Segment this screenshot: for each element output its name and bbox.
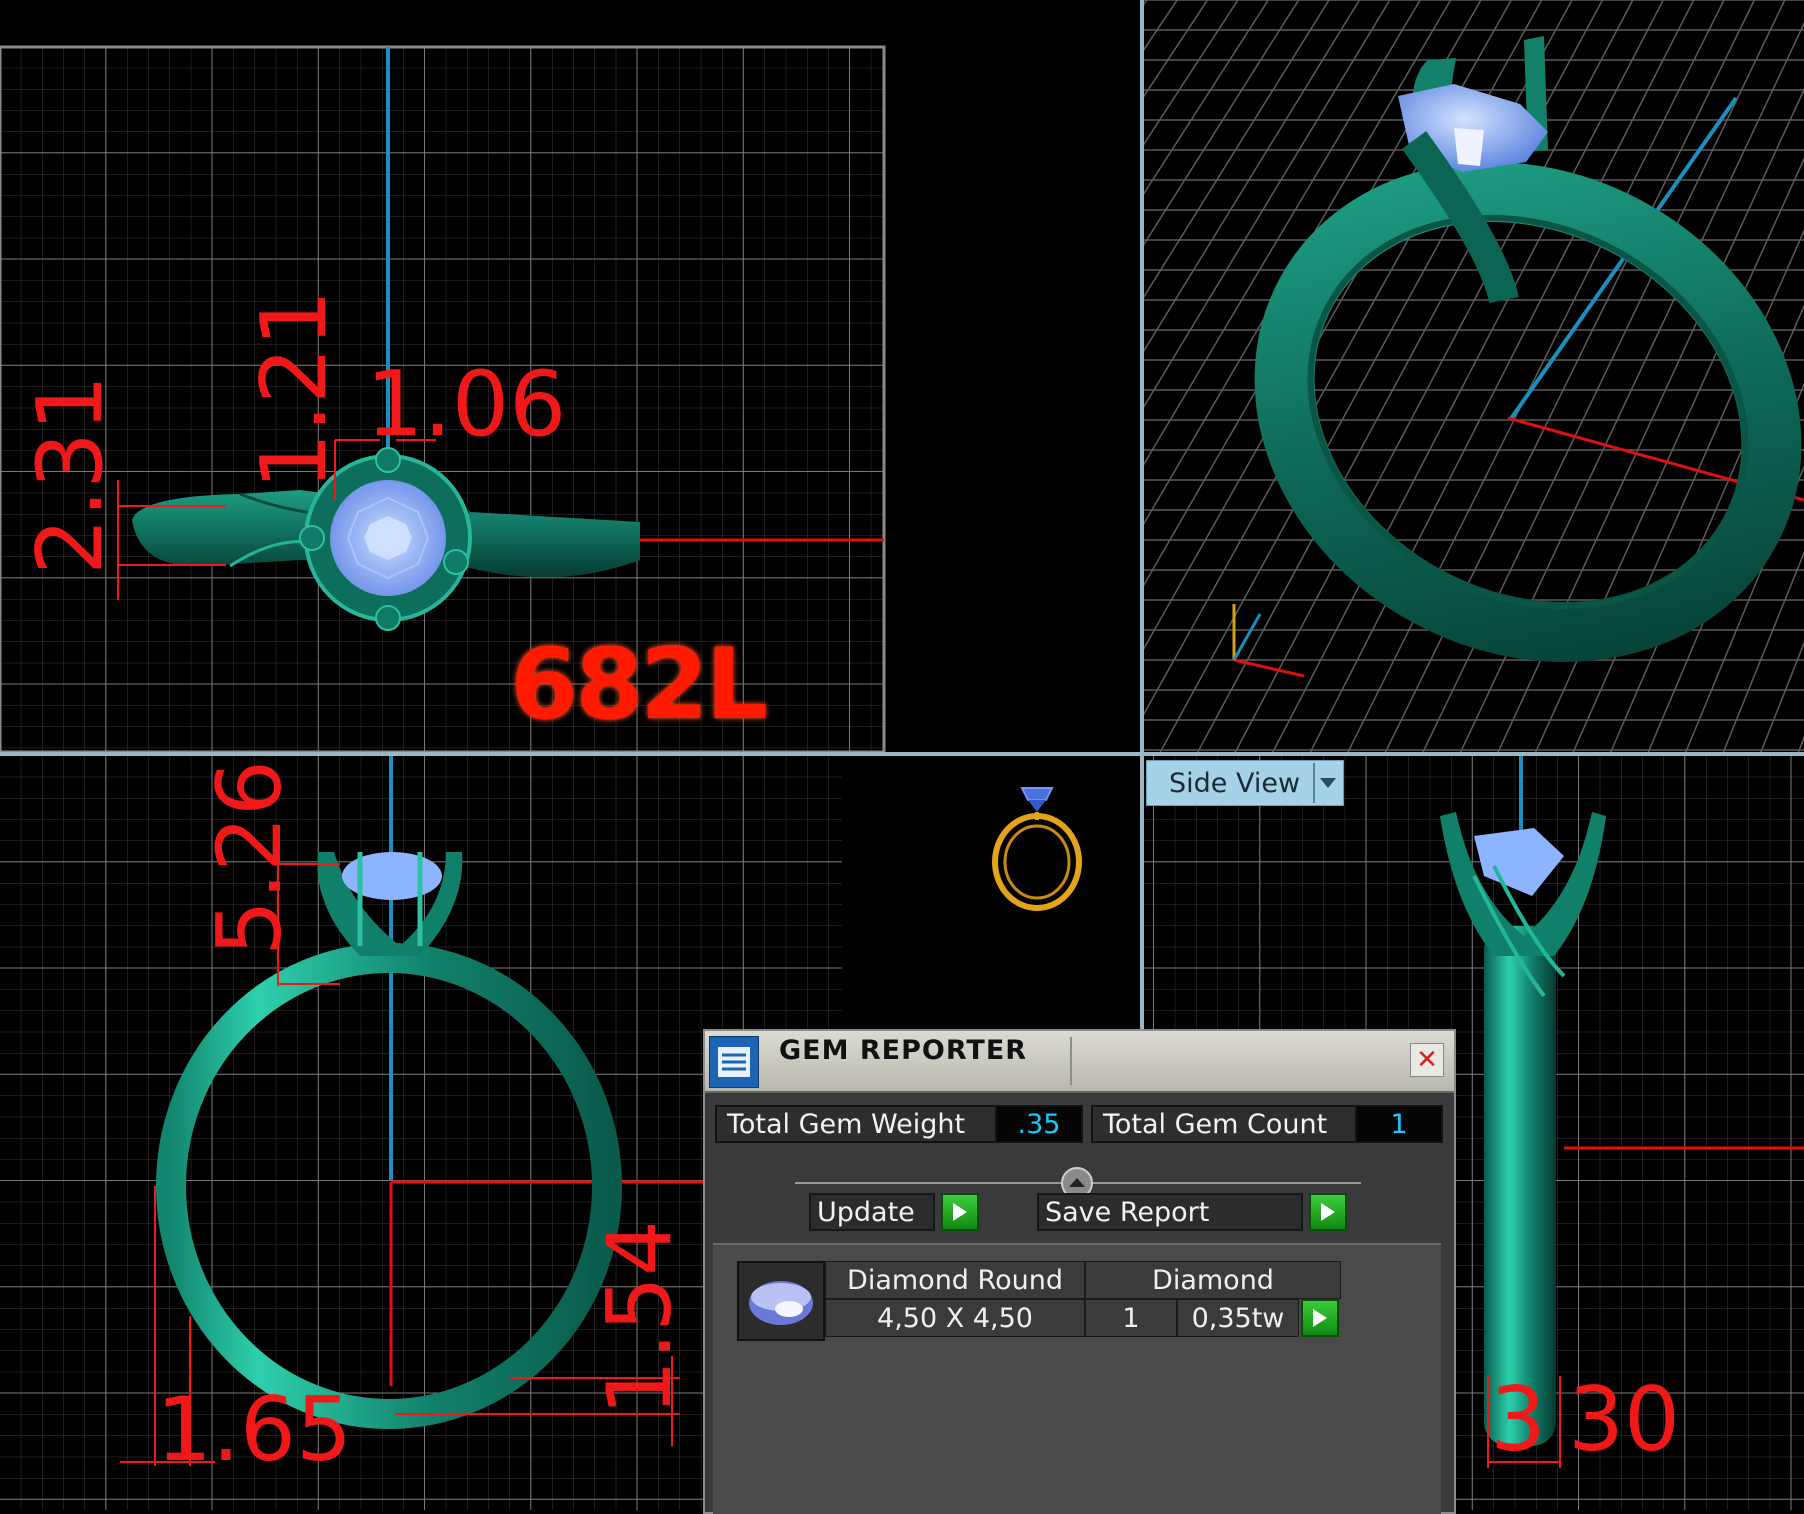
close-icon[interactable]: ✕ (1410, 1043, 1444, 1077)
dimension-label: 1.54 (588, 1220, 691, 1416)
total-gem-weight-value: .35 (995, 1105, 1083, 1143)
gem-reporter-icon (709, 1036, 759, 1088)
update-button[interactable]: Update (809, 1193, 935, 1231)
gem-list-panel: Diamond Round Diamond 4,50 X 4,50 1 0,35… (713, 1243, 1441, 1514)
total-gem-count-value: 1 (1355, 1105, 1443, 1143)
ring-navigator-icon (992, 787, 1082, 911)
gem-row-play-arrow-icon[interactable] (1301, 1299, 1339, 1337)
gem-reporter-titlebar[interactable]: GEM REPORTER ✕ (705, 1031, 1454, 1093)
dropdown-arrow-icon[interactable] (1313, 763, 1341, 803)
dimension-label: 1.06 (366, 352, 567, 457)
dimension-label: 2.31 (18, 374, 123, 575)
total-gem-count-label: Total Gem Count (1091, 1105, 1357, 1143)
gem-thumbnail-icon[interactable] (737, 1261, 825, 1341)
gem-count-cell: 1 (1085, 1299, 1177, 1337)
viewport-perspective[interactable] (1144, 0, 1804, 752)
gem-reporter-panel: GEM REPORTER ✕ Total Gem Weight .35 Tota… (703, 1029, 1456, 1514)
gem-reporter-title: GEM REPORTER (779, 1035, 1028, 1066)
gem-weight-cell: 0,35tw (1177, 1299, 1299, 1337)
dimension-label: 1.65 (156, 1378, 352, 1481)
total-gem-weight-label: Total Gem Weight (715, 1105, 997, 1143)
update-play-arrow-icon[interactable] (941, 1193, 979, 1231)
navigator-viewport[interactable] (846, 756, 1140, 1026)
dimension-label: 1.21 (242, 289, 347, 490)
view-selector-label: Side View (1169, 767, 1301, 799)
dimension-label: 30 (1568, 1368, 1680, 1471)
titlebar-divider (1070, 1037, 1072, 1085)
dimension-label: 5.26 (198, 760, 301, 956)
gem-cut-cell: Diamond Round (825, 1261, 1085, 1299)
model-id-label: 682L (510, 628, 768, 742)
gem-size-cell: 4,50 X 4,50 (825, 1299, 1085, 1337)
save-report-button[interactable]: Save Report (1037, 1193, 1303, 1231)
save-report-play-arrow-icon[interactable] (1309, 1193, 1347, 1231)
dimension-label: 3 (1490, 1368, 1546, 1471)
gem-type-cell: Diamond (1085, 1261, 1341, 1299)
view-selector-dropdown[interactable]: Side View (1146, 760, 1344, 806)
viewport-divider-horizontal[interactable] (0, 752, 1804, 756)
viewport-perspective-canvas (1144, 0, 1804, 752)
